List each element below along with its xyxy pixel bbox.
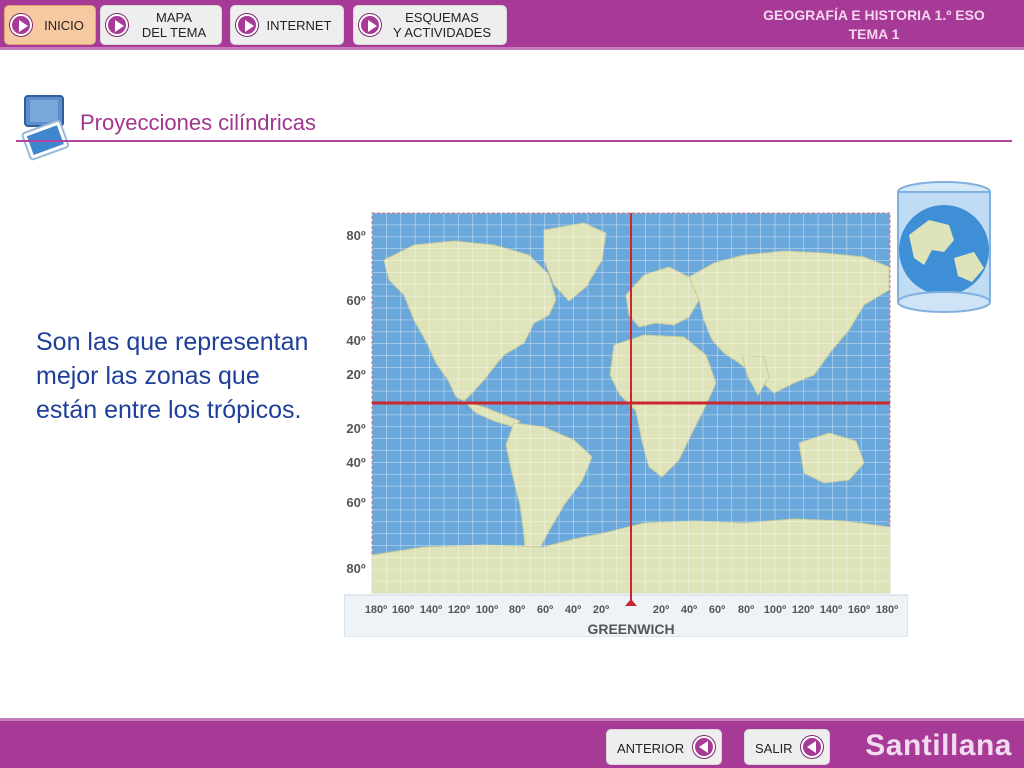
- play-arrow-icon: [359, 14, 381, 36]
- description-text: Son las que representan mejor las zonas …: [36, 328, 309, 424]
- longitude-label: 40º: [565, 604, 581, 616]
- section-icon: [21, 95, 70, 161]
- latitude-labels: 80º 60º 40º 20º 20º 40º 60º 80º: [346, 228, 365, 576]
- mapa-label-line2: DEL TEMA: [141, 25, 207, 40]
- inicio-label: INICIO: [44, 18, 84, 33]
- latitude-label: 40º: [346, 455, 365, 470]
- longitude-label: 60º: [537, 604, 553, 616]
- longitude-label: 80º: [738, 604, 754, 616]
- latitude-label: 60º: [346, 495, 365, 510]
- course-title: GEOGRAFÍA E HISTORIA 1.º ESO TEMA 1: [734, 6, 1014, 44]
- anterior-label: ANTERIOR: [617, 741, 685, 756]
- page-title: Proyecciones cilíndricas: [80, 110, 316, 135]
- latitude-label: 40º: [346, 333, 365, 348]
- title-underline: [16, 140, 1012, 142]
- mapa-label-line1: MAPA: [156, 10, 192, 25]
- cylindrical-projection-map: 80º 60º 40º 20º 20º 40º 60º 80º 180º 160º 140º 120…: [344, 212, 908, 637]
- longitude-label: 100º: [476, 604, 498, 616]
- longitude-label: 140º: [820, 604, 842, 616]
- course-unit: TEMA 1: [848, 26, 900, 42]
- longitude-label: 160º: [848, 604, 870, 616]
- longitude-label: 180º: [876, 604, 898, 616]
- latitude-label: 20º: [346, 421, 365, 436]
- longitude-label: 140º: [420, 604, 442, 616]
- mapa-del-tema-label: MAPA DEL TEMA: [133, 10, 215, 40]
- bottom-navigation-bar: ANTERIOR SALIR Santillana: [0, 718, 1024, 768]
- top-navigation-bar: INICIO MAPA DEL TEMA INTERNET ESQUEMAS Y A…: [0, 0, 1024, 50]
- salir-label: SALIR: [755, 741, 793, 756]
- latitude-label: 80º: [346, 561, 365, 576]
- play-arrow-icon: [106, 14, 128, 36]
- course-subject: GEOGRAFÍA E HISTORIA 1.º ESO: [763, 7, 985, 23]
- santillana-logo: Santillana: [865, 729, 1012, 762]
- esquemas-label-line1: ESQUEMAS: [405, 10, 479, 25]
- esquemas-label: ESQUEMAS Y ACTIVIDADES: [384, 10, 500, 40]
- longitude-label: 20º: [653, 604, 669, 616]
- back-arrow-icon: [801, 736, 823, 758]
- salir-button[interactable]: SALIR: [744, 729, 830, 765]
- greenwich-label: GREENWICH: [587, 621, 674, 637]
- latitude-label: 20º: [346, 367, 365, 382]
- longitude-label: 60º: [709, 604, 725, 616]
- play-arrow-icon: [236, 14, 258, 36]
- longitude-label: 100º: [764, 604, 786, 616]
- longitude-label: 80º: [509, 604, 525, 616]
- play-arrow-icon: [10, 14, 32, 36]
- anterior-button[interactable]: ANTERIOR: [606, 729, 722, 765]
- longitude-label: 160º: [392, 604, 414, 616]
- longitude-label: 40º: [681, 604, 697, 616]
- latitude-label: 80º: [346, 228, 365, 243]
- esquemas-y-actividades-button[interactable]: ESQUEMAS Y ACTIVIDADES: [353, 5, 507, 45]
- longitude-label: 20º: [593, 604, 609, 616]
- latitude-label: 60º: [346, 293, 365, 308]
- cylinder-globe-illustration: [897, 181, 991, 313]
- back-arrow-icon: [693, 736, 715, 758]
- longitude-label: 120º: [792, 604, 814, 616]
- longitude-label: 120º: [448, 604, 470, 616]
- slide: INICIO MAPA DEL TEMA INTERNET ESQUEMAS Y A…: [0, 0, 1024, 768]
- internet-label: INTERNET: [266, 18, 332, 33]
- esquemas-label-line2: Y ACTIVIDADES: [392, 25, 491, 40]
- internet-button[interactable]: INTERNET: [230, 5, 344, 45]
- inicio-button[interactable]: INICIO: [4, 5, 96, 45]
- mapa-del-tema-button[interactable]: MAPA DEL TEMA: [100, 5, 222, 45]
- longitude-label: 180º: [365, 604, 387, 616]
